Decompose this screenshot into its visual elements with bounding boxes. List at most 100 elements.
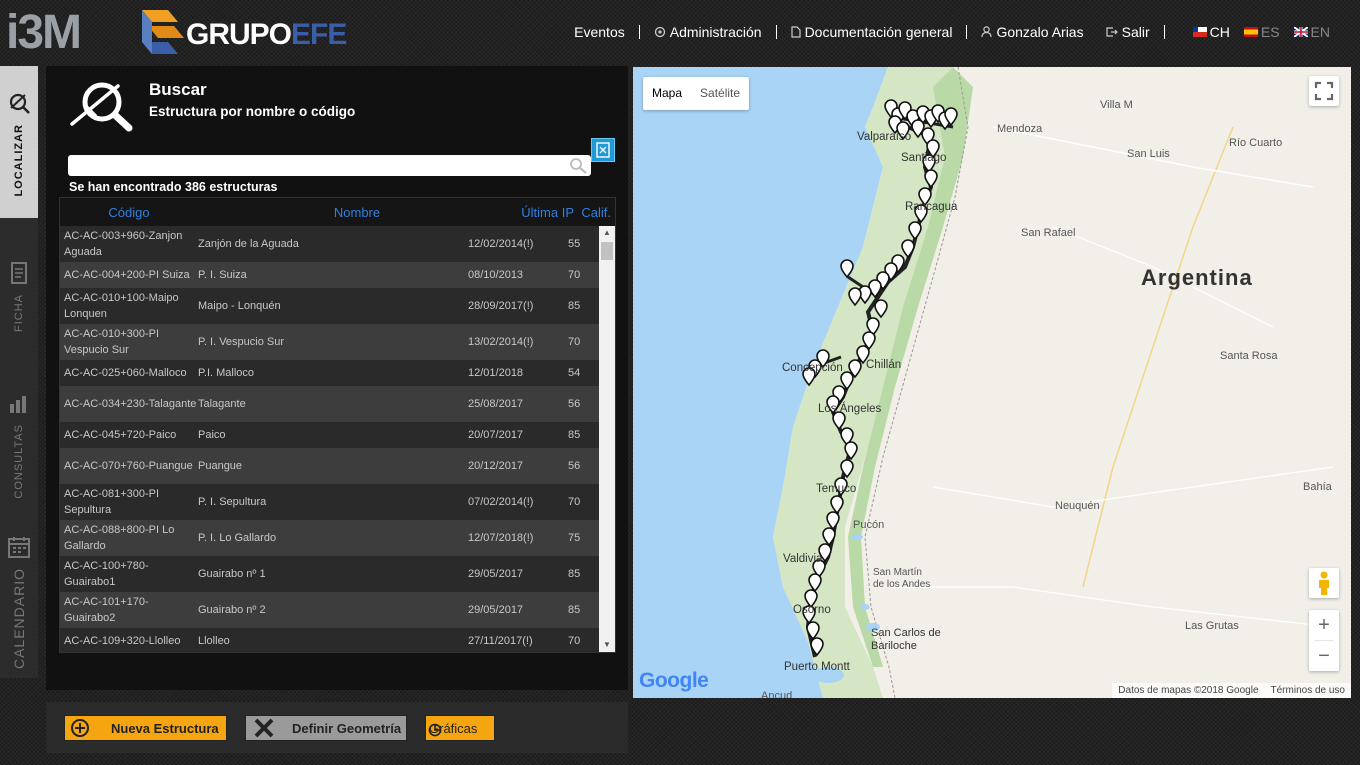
map-label-san-luis: San Luis <box>1127 148 1170 160</box>
google-logo: Google <box>639 669 709 692</box>
define-geometry-button[interactable]: Definir Geometría <box>245 715 407 741</box>
cell-codigo: AC-AC-109+320-Llolleo <box>64 635 181 647</box>
chile-flag-icon <box>1192 27 1207 37</box>
cell-ultima-ip: 13/02/2014(!) <box>468 336 534 348</box>
map-label-osorno: Osorno <box>793 604 831 616</box>
nav-user[interactable]: Gonzalo Arias <box>981 24 1084 40</box>
table-row[interactable]: AC-AC-004+200-PI Suiza P. I. Suiza 08/10/2… <box>60 262 599 288</box>
charts-button[interactable]: Gráficas <box>425 715 495 741</box>
map-label-santa-rosa: Santa Rosa <box>1220 350 1278 362</box>
table-row[interactable]: AC-AC-010+100-Maipo Lonquen Maipo - Lonqu… <box>60 288 599 324</box>
cell-ultima-ip: 29/05/2017 <box>468 568 524 580</box>
table-row[interactable]: AC-AC-034+230-Talagante Talagante 25/08/20… <box>60 386 599 422</box>
nav-administracion[interactable]: Administración <box>654 24 762 40</box>
nav-documentacion[interactable]: Documentación general <box>790 24 952 40</box>
scroll-down-icon[interactable]: ▼ <box>599 638 615 652</box>
table-row[interactable]: AC-AC-003+960-Zanjon Aguada Zanjón de la … <box>60 226 599 262</box>
table-row[interactable]: AC-AC-081+300-PI Sepultura P. I. Sepultur… <box>60 484 599 520</box>
uk-flag-icon <box>1293 27 1308 37</box>
action-bar: Nueva Estructura Definir Geometría Gráfi… <box>46 702 628 753</box>
col-ultima-ip[interactable]: Última IP <box>468 205 578 220</box>
col-nombre[interactable]: Nombre <box>198 205 468 220</box>
search-box <box>68 155 591 176</box>
calendar-icon <box>8 537 30 558</box>
top-nav: Eventos Administración Documentación gen… <box>574 0 1330 64</box>
map-canvas <box>633 67 1334 698</box>
tab-localizar[interactable]: LOCALIZAR <box>0 66 38 218</box>
table-row[interactable]: AC-AC-045+720-Paico Paico 20/07/2017 85 <box>60 422 599 448</box>
nav-divider <box>638 25 640 39</box>
zoom-out-button[interactable]: − <box>1309 641 1339 671</box>
map-label-san-rafael: San Rafael <box>1021 227 1076 239</box>
cell-calif: 55 <box>568 238 581 250</box>
table-row[interactable]: AC-AC-101+170-Guairabo2 Guairabo nº 2 29/0… <box>60 592 599 628</box>
scroll-up-icon[interactable]: ▲ <box>599 226 615 240</box>
terms-link[interactable]: Términos de uso <box>1271 685 1345 696</box>
cell-ultima-ip: 12/07/2018(!) <box>468 532 534 544</box>
tab-consultas[interactable]: CONSULTAS <box>0 394 38 506</box>
street-view-button[interactable] <box>1309 568 1339 598</box>
table-row[interactable]: AC-AC-025+060-Malloco P.I. Malloco 12/01/2… <box>60 360 599 386</box>
table-row[interactable]: AC-AC-100+780-Guairabo1 Guairabo nº 1 29/0… <box>60 556 599 592</box>
cell-codigo: AC-AC-101+170-Guairabo2 <box>64 596 149 624</box>
search-input[interactable] <box>68 155 591 176</box>
search-icon[interactable] <box>567 156 589 175</box>
bar-chart-icon <box>10 396 26 413</box>
cell-nombre: Llolleo <box>198 635 230 647</box>
table-row[interactable]: AC-AC-010+300-PI Vespucio Sur P. I. Vespu… <box>60 324 599 360</box>
lang-en[interactable]: EN <box>1293 24 1330 40</box>
scroll-thumb[interactable] <box>601 242 613 260</box>
excel-export-icon <box>596 142 610 158</box>
locate-icon <box>9 93 30 114</box>
pegman-icon <box>1319 571 1329 595</box>
nav-salir[interactable]: Salir <box>1106 24 1150 40</box>
col-codigo[interactable]: Código <box>60 205 198 220</box>
map-type-mapa[interactable]: Mapa <box>643 77 691 110</box>
plus-circle-icon <box>71 719 89 737</box>
cell-ultima-ip: 12/02/2014(!) <box>468 238 534 250</box>
cell-calif: 85 <box>568 604 581 616</box>
map-label-neuquen: Neuquén <box>1055 500 1100 512</box>
nav-divider <box>775 25 777 39</box>
side-nav: LOCALIZAR FICHA CONSULTAS CALENDARIO <box>0 66 38 678</box>
cell-calif: 70 <box>568 269 581 281</box>
cell-nombre: Guairabo nº 2 <box>198 604 266 616</box>
cell-ultima-ip: 27/11/2017(!) <box>468 635 533 647</box>
cell-calif: 70 <box>568 635 581 647</box>
col-calif[interactable]: Calif. <box>578 205 615 220</box>
cell-nombre: P. I. Lo Gallardo <box>198 532 277 544</box>
map-label-bahia: Bahía <box>1303 481 1332 493</box>
lang-ch[interactable]: CH <box>1192 24 1230 40</box>
logout-icon <box>1106 27 1118 37</box>
chart-circle-icon <box>428 723 442 737</box>
zoom-control: + − <box>1309 610 1339 671</box>
lang-es[interactable]: ES <box>1243 24 1280 40</box>
attribution-text: Datos de mapas ©2018 Google <box>1118 685 1259 696</box>
table-row[interactable]: AC-AC-070+760-Puangue Puangue 20/12/2017 56 <box>60 448 599 484</box>
table-row[interactable]: AC-AC-088+800-PI Lo Gallardo P. I. Lo Gal… <box>60 520 599 556</box>
zoom-in-button[interactable]: + <box>1309 610 1339 640</box>
cell-calif: 54 <box>568 367 581 379</box>
map-type-satelite[interactable]: Satélite <box>691 77 749 110</box>
tab-calendario[interactable]: CALENDARIO <box>0 536 38 676</box>
table-scrollbar[interactable]: ▲ ▼ <box>599 226 615 652</box>
cell-nombre: Guairabo nº 1 <box>198 568 266 580</box>
map-attribution: Datos de mapas ©2018 Google Términos de … <box>1112 683 1351 698</box>
fullscreen-button[interactable] <box>1309 76 1339 106</box>
export-excel-button[interactable] <box>591 138 615 162</box>
nav-eventos[interactable]: Eventos <box>574 24 625 40</box>
tab-ficha[interactable]: FICHA <box>0 262 38 342</box>
map-label-valdivia: Valdivia <box>783 553 823 565</box>
cell-calif: 56 <box>568 398 581 410</box>
cell-codigo: AC-AC-088+800-PI Lo Gallardo <box>64 524 175 552</box>
map-type-control: Mapa Satélite <box>643 77 750 110</box>
table-row[interactable]: AC-AC-109+320-Llolleo Llolleo 27/11/2017(!… <box>60 628 599 652</box>
table-header: Código Nombre Última IP Calif. <box>60 198 615 226</box>
top-bar: i3M GRUPOEFE Eventos Administración Docu… <box>0 0 1360 64</box>
map-label-temuco: Temuco <box>816 483 857 495</box>
map[interactable]: Villa M Mendoza San Luis Río Cuarto San … <box>633 67 1351 698</box>
new-structure-button[interactable]: Nueva Estructura <box>64 715 227 741</box>
map-label-bariloche: San Carlos de Bariloche <box>871 627 941 652</box>
cell-codigo: AC-AC-045+720-Paico <box>64 429 177 441</box>
gear-icon <box>654 26 665 38</box>
